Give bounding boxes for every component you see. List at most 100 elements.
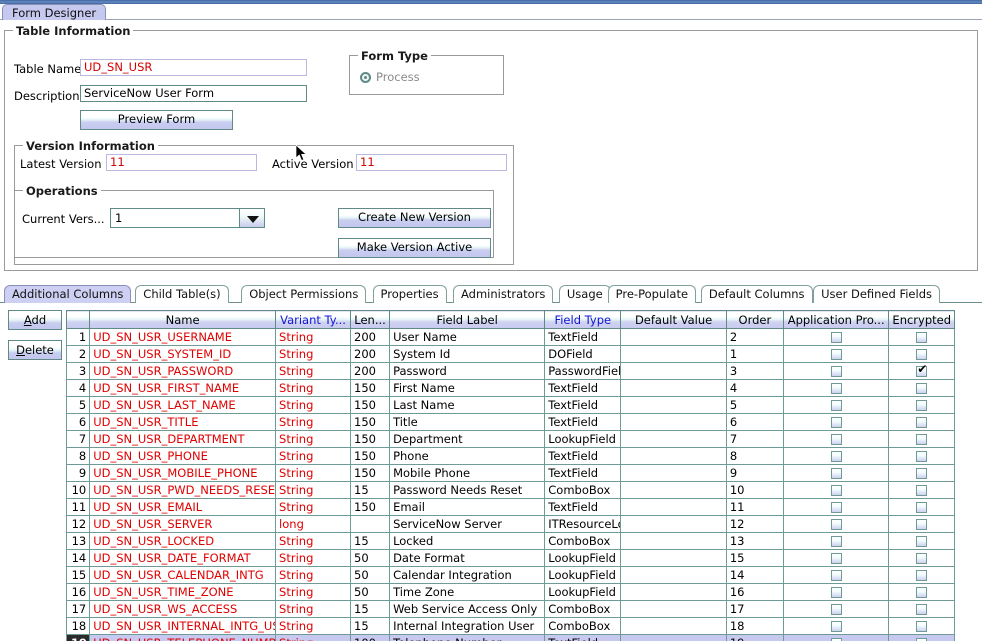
cell-rownum[interactable]: 18 <box>66 617 91 635</box>
cell-type[interactable]: LookupField <box>544 566 622 584</box>
cell-name[interactable]: UD_SN_USR_PWD_NEEDS_RESET <box>89 481 277 499</box>
cell-label[interactable]: First Name <box>389 379 546 397</box>
grid-header-length[interactable]: Len... <box>349 310 391 329</box>
cell-label[interactable]: Calendar Integration <box>389 566 546 584</box>
checkbox-encrypted-unchecked[interactable] <box>916 382 928 394</box>
checkbox-encrypted-unchecked[interactable] <box>916 433 928 445</box>
cell-variant[interactable]: String <box>275 328 351 346</box>
cell-type[interactable]: TextField <box>544 413 622 431</box>
cell-rownum[interactable]: 7 <box>66 430 91 448</box>
cell-name[interactable]: UD_SN_USR_WS_ACCESS <box>89 600 277 618</box>
checkbox-encrypted-unchecked[interactable] <box>916 620 928 632</box>
checkbox-appprofile-unchecked[interactable] <box>830 518 842 530</box>
cell-default[interactable] <box>620 430 727 448</box>
cell-type[interactable]: LookupField <box>544 430 622 448</box>
cell-appprofile[interactable] <box>782 532 890 550</box>
cell-encrypted[interactable] <box>888 634 955 641</box>
grid-header-encrypted[interactable]: Encrypted <box>888 310 955 329</box>
checkbox-appprofile-unchecked[interactable] <box>830 331 842 343</box>
delete-button[interactable]: Delete <box>8 340 62 360</box>
cell-rownum[interactable]: 13 <box>66 532 91 550</box>
checkbox-appprofile-unchecked[interactable] <box>830 501 842 513</box>
checkbox-encrypted-unchecked[interactable] <box>916 399 928 411</box>
cell-order[interactable]: 10 <box>725 481 784 499</box>
table-row[interactable]: 17 UD_SN_USR_WS_ACCESS String 15 Web Service… <box>66 600 955 618</box>
cell-variant[interactable]: String <box>275 464 351 482</box>
cell-label[interactable]: Internal Integration User <box>389 617 546 635</box>
table-row[interactable]: 8 UD_SN_USR_PHONE String 150 Phone TextField 8 <box>66 447 955 465</box>
cell-length[interactable]: 150 <box>349 379 391 397</box>
cell-encrypted[interactable] <box>888 532 955 550</box>
grid-header-rownum[interactable] <box>66 310 91 329</box>
cell-variant[interactable]: String <box>275 345 351 363</box>
cell-name[interactable]: UD_SN_USR_LOCKED <box>89 532 277 550</box>
cell-name[interactable]: UD_SN_USR_PHONE <box>89 447 277 465</box>
checkbox-appprofile-unchecked[interactable] <box>830 348 842 360</box>
cell-variant[interactable]: String <box>275 396 351 414</box>
cell-appprofile[interactable] <box>782 362 890 380</box>
cell-rownum[interactable]: 2 <box>66 345 91 363</box>
cell-name[interactable]: UD_SN_USR_TITLE <box>89 413 277 431</box>
cell-default[interactable] <box>620 566 727 584</box>
cell-rownum[interactable]: 9 <box>66 464 91 482</box>
cell-rownum[interactable]: 15 <box>66 566 91 584</box>
cell-default[interactable] <box>620 464 727 482</box>
cell-variant[interactable]: String <box>275 379 351 397</box>
table-row[interactable]: 4 UD_SN_USR_FIRST_NAME String 150 First Name… <box>66 379 955 397</box>
cell-length[interactable] <box>349 515 391 533</box>
cell-order[interactable]: 8 <box>725 447 784 465</box>
cell-rownum[interactable]: 3 <box>66 362 91 380</box>
cell-type[interactable]: TextField <box>544 328 622 346</box>
tab-additional-columns[interactable]: Additional Columns <box>4 285 132 303</box>
tab-child-table-s[interactable]: Child Table(s) <box>135 285 229 303</box>
cell-appprofile[interactable] <box>782 379 890 397</box>
tab-administrators[interactable]: Administrators <box>453 285 554 303</box>
checkbox-appprofile-unchecked[interactable] <box>830 484 842 496</box>
cell-type[interactable]: TextField <box>544 464 622 482</box>
cell-rownum[interactable]: 17 <box>66 600 91 618</box>
cell-encrypted[interactable] <box>888 481 955 499</box>
cell-default[interactable] <box>620 583 727 601</box>
cell-variant[interactable]: String <box>275 549 351 567</box>
cell-type[interactable]: TextField <box>544 396 622 414</box>
cell-label[interactable]: User Name <box>389 328 546 346</box>
cell-encrypted[interactable] <box>888 600 955 618</box>
table-row[interactable]: 2 UD_SN_USR_SYSTEM_ID String 200 System Id DO… <box>66 345 955 363</box>
checkbox-encrypted-unchecked[interactable] <box>916 501 928 513</box>
checkbox-appprofile-unchecked[interactable] <box>830 399 842 411</box>
cell-appprofile[interactable] <box>782 430 890 448</box>
cell-order[interactable]: 2 <box>725 328 784 346</box>
cell-default[interactable] <box>620 481 727 499</box>
cell-order[interactable]: 19 <box>725 634 784 641</box>
cell-type[interactable]: TextField <box>544 379 622 397</box>
cell-encrypted[interactable] <box>888 447 955 465</box>
cell-rownum[interactable]: 19 <box>66 634 91 641</box>
cell-length[interactable]: 15 <box>349 600 391 618</box>
cell-order[interactable]: 15 <box>725 549 784 567</box>
cell-label[interactable]: ServiceNow Server <box>389 515 546 533</box>
cell-variant[interactable]: String <box>275 583 351 601</box>
cell-order[interactable]: 18 <box>725 617 784 635</box>
checkbox-encrypted-unchecked[interactable] <box>916 331 928 343</box>
cell-label[interactable]: Last Name <box>389 396 546 414</box>
cell-encrypted[interactable] <box>888 617 955 635</box>
cell-appprofile[interactable] <box>782 515 890 533</box>
cell-name[interactable]: UD_SN_USR_CALENDAR_INTG <box>89 566 277 584</box>
cell-appprofile[interactable] <box>782 634 890 641</box>
tab-pre-populate[interactable]: Pre-Populate <box>607 285 697 303</box>
cell-name[interactable]: UD_SN_USR_SERVER <box>89 515 277 533</box>
checkbox-appprofile-unchecked[interactable] <box>830 450 842 462</box>
checkbox-encrypted-unchecked[interactable] <box>916 637 928 641</box>
cell-type[interactable]: TextField <box>544 447 622 465</box>
cell-order[interactable]: 12 <box>725 515 784 533</box>
cell-encrypted[interactable] <box>888 464 955 482</box>
cell-default[interactable] <box>620 328 727 346</box>
tab-form-designer[interactable]: Form Designer <box>2 4 107 20</box>
cell-length[interactable]: 15 <box>349 481 391 499</box>
cell-appprofile[interactable] <box>782 413 890 431</box>
checkbox-appprofile-unchecked[interactable] <box>830 552 842 564</box>
cell-variant[interactable]: String <box>275 634 351 641</box>
cell-encrypted[interactable] <box>888 515 955 533</box>
cell-name[interactable]: UD_SN_USR_SYSTEM_ID <box>89 345 277 363</box>
cell-variant[interactable]: String <box>275 498 351 516</box>
